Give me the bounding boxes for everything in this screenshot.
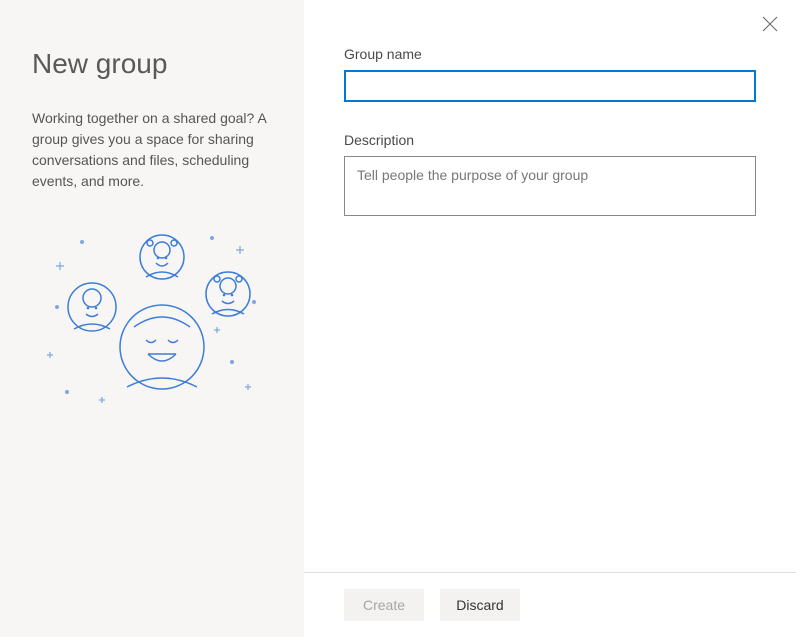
people-group-icon [42, 232, 262, 417]
form-area: Group name Description [304, 0, 796, 572]
group-name-label: Group name [344, 46, 756, 62]
panel-description: Working together on a shared goal? A gro… [32, 108, 272, 192]
description-field: Description [344, 132, 756, 221]
close-icon [762, 16, 778, 32]
description-input[interactable] [344, 156, 756, 216]
footer-actions: Create Discard [304, 572, 796, 637]
panel-title: New group [32, 48, 272, 80]
discard-button[interactable]: Discard [440, 589, 520, 621]
sidebar-panel: New group Working together on a shared g… [0, 0, 304, 637]
close-button[interactable] [758, 12, 782, 36]
group-name-input[interactable] [344, 70, 756, 102]
main-panel: Group name Description Create Discard [304, 0, 796, 637]
group-illustration [32, 232, 272, 417]
group-name-field: Group name [344, 46, 756, 102]
create-button[interactable]: Create [344, 589, 424, 621]
description-label: Description [344, 132, 756, 148]
